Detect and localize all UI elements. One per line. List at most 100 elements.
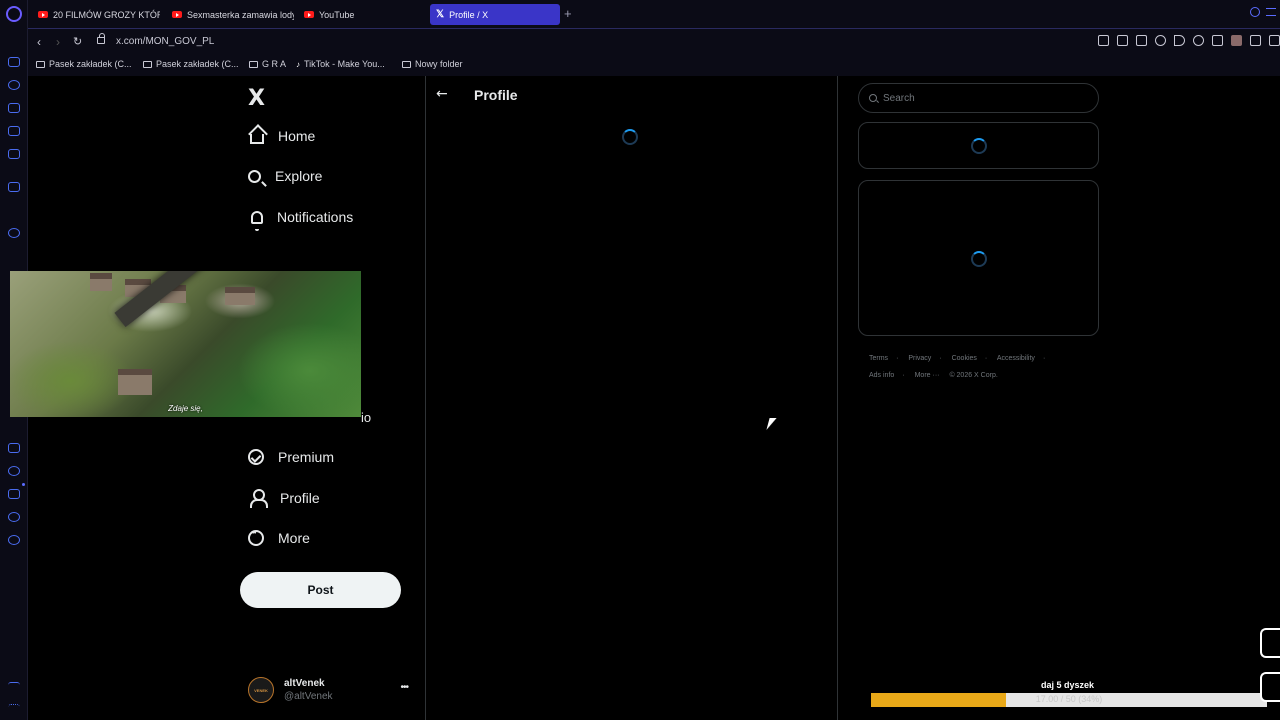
sidebar-app-icon[interactable] bbox=[8, 126, 20, 136]
avatar: VENEK bbox=[248, 677, 274, 703]
back-arrow-icon[interactable]: ← bbox=[436, 86, 448, 102]
home-icon bbox=[250, 134, 264, 144]
chat-bubble-icon[interactable] bbox=[1260, 672, 1280, 702]
sidebar-app-icon[interactable] bbox=[8, 443, 20, 453]
column-divider bbox=[837, 76, 838, 720]
bookmark-folder[interactable]: G R A bbox=[249, 59, 286, 69]
send-icon[interactable] bbox=[1269, 35, 1280, 46]
bookmark-label: Pasek zakładek (C... bbox=[156, 59, 239, 69]
page-title: Profile bbox=[474, 87, 518, 103]
footer-more-link[interactable]: More ··· bbox=[915, 372, 940, 379]
lock-icon[interactable] bbox=[97, 33, 105, 44]
nav-home[interactable]: Home bbox=[248, 128, 315, 144]
account-name: altVenek bbox=[284, 678, 325, 689]
youtube-icon bbox=[38, 11, 48, 18]
heart-icon[interactable] bbox=[1193, 35, 1204, 46]
bookmark-folder[interactable]: Pasek zakładek (C... bbox=[36, 59, 132, 69]
bookmark-label: Nowy folder bbox=[415, 59, 463, 69]
sidebar-app-icon[interactable] bbox=[8, 182, 20, 192]
bookmark-label: Pasek zakładek (C... bbox=[49, 59, 132, 69]
sidebar-app-icon[interactable] bbox=[8, 149, 20, 159]
tab-label: Profile / X bbox=[449, 9, 489, 20]
nav-label: Profile bbox=[280, 490, 320, 506]
account-switcher[interactable]: VENEK altVenek @altVenek ••• bbox=[248, 672, 418, 708]
stream-goal-progress: 17.00 / 50 (34%) bbox=[1035, 694, 1103, 704]
tiktok-icon: ♪ bbox=[296, 59, 300, 69]
tab-label: YouTube bbox=[319, 9, 355, 20]
forward-icon[interactable]: › bbox=[56, 35, 60, 49]
nav-profile[interactable]: Profile bbox=[248, 489, 320, 508]
nav-notifications[interactable]: Notifications bbox=[248, 209, 353, 231]
footer-cookies-link[interactable]: Cookies bbox=[952, 355, 977, 362]
sidebar-app-icon[interactable] bbox=[8, 682, 20, 692]
search-field[interactable] bbox=[858, 83, 1099, 113]
pin-icon[interactable] bbox=[1098, 35, 1109, 46]
shield-icon[interactable] bbox=[1136, 35, 1147, 46]
extension-icons bbox=[1098, 35, 1280, 46]
video-subtitle: Zdaje się, bbox=[168, 404, 203, 413]
footer-ads-info-link[interactable]: Ads info bbox=[869, 372, 894, 379]
footer-accessibility-link[interactable]: Accessibility bbox=[997, 355, 1035, 362]
pip-video[interactable]: Zdaje się, bbox=[10, 271, 361, 417]
sidebar-app-icon[interactable] bbox=[8, 57, 20, 67]
chat-bubble-icon[interactable] bbox=[1260, 628, 1280, 658]
bookmark-folder[interactable]: Nowy folder bbox=[402, 59, 463, 69]
download-icon[interactable] bbox=[1250, 35, 1261, 46]
folder-icon bbox=[249, 60, 258, 68]
tab-profile-x[interactable]: 𝕏 Profile / X bbox=[430, 4, 560, 25]
new-tab-button[interactable]: + bbox=[564, 6, 572, 21]
column-divider bbox=[425, 76, 426, 720]
sidebar-more-icon[interactable] bbox=[8, 704, 20, 714]
tab-youtube-2[interactable]: Sexmasterka zamawia lody bbox=[166, 4, 294, 25]
play-icon[interactable] bbox=[1174, 35, 1185, 46]
profile-avatar-icon[interactable] bbox=[1231, 35, 1242, 46]
loading-spinner bbox=[971, 138, 987, 154]
opera-logo-icon[interactable] bbox=[6, 6, 22, 22]
x-icon: 𝕏 bbox=[436, 9, 445, 20]
sidebar-app-icon[interactable] bbox=[8, 205, 20, 215]
account-menu-icon[interactable]: ••• bbox=[400, 682, 408, 693]
video-house bbox=[90, 273, 112, 291]
footer-terms-link[interactable]: Terms bbox=[869, 355, 888, 362]
nav-explore[interactable]: Explore bbox=[248, 168, 322, 184]
video-house bbox=[225, 287, 255, 305]
sidebar-card bbox=[858, 180, 1099, 336]
bookmark-label: TikTok - Make You... bbox=[304, 59, 385, 69]
person-icon bbox=[248, 489, 268, 508]
sidebar-settings-icon[interactable] bbox=[8, 535, 20, 545]
sidebar-history-icon[interactable] bbox=[8, 466, 20, 476]
tab-youtube-3[interactable]: YouTube bbox=[298, 4, 426, 25]
extensions-icon[interactable] bbox=[1212, 35, 1223, 46]
snapshot-icon[interactable] bbox=[1117, 35, 1128, 46]
tab-youtube-1[interactable]: 20 FILMÓW GROZY KTÓRE bbox=[32, 4, 160, 25]
tab-search-icon[interactable] bbox=[1250, 7, 1260, 17]
verified-badge-icon bbox=[248, 449, 264, 465]
url-field[interactable]: x.com/MON_GOV_PL bbox=[116, 36, 214, 47]
nav-more[interactable]: More bbox=[248, 530, 310, 546]
search-icon bbox=[248, 169, 261, 183]
back-icon[interactable]: ‹ bbox=[37, 35, 41, 49]
folder-icon bbox=[402, 60, 411, 68]
sidebar-downloads-icon[interactable] bbox=[8, 489, 20, 499]
bookmark-folder[interactable]: Pasek zakładek (C... bbox=[143, 59, 239, 69]
tab-label: 20 FILMÓW GROZY KTÓRE bbox=[53, 9, 160, 20]
bookmarks-bar: Pasek zakładek (C... Pasek zakładek (C..… bbox=[28, 54, 1280, 76]
sidebar-app-icon[interactable] bbox=[8, 80, 20, 90]
footer-links: Terms · Privacy · Cookies · Accessibility · … bbox=[869, 350, 1099, 384]
sidebar-extensions-icon[interactable] bbox=[8, 512, 20, 522]
menu-icon[interactable] bbox=[1266, 8, 1276, 16]
post-button[interactable]: Post bbox=[240, 572, 401, 608]
nav-premium[interactable]: Premium bbox=[248, 449, 334, 465]
search-input[interactable] bbox=[883, 92, 1083, 104]
footer-separator: · bbox=[1042, 355, 1046, 362]
footer-privacy-link[interactable]: Privacy bbox=[908, 355, 931, 362]
x-logo[interactable]: X bbox=[248, 86, 265, 111]
translate-icon[interactable] bbox=[1155, 35, 1166, 46]
sidebar-app-icon[interactable] bbox=[8, 103, 20, 113]
nav-label: Premium bbox=[278, 449, 335, 465]
bookmark-label: G R A bbox=[262, 59, 287, 69]
bookmark-link[interactable]: ♪ TikTok - Make You... bbox=[296, 59, 385, 69]
sidebar-app-icon[interactable] bbox=[8, 228, 20, 238]
reload-icon[interactable]: ↻ bbox=[73, 35, 82, 48]
stream-goal-label: daj 5 dyszek bbox=[1041, 680, 1095, 690]
